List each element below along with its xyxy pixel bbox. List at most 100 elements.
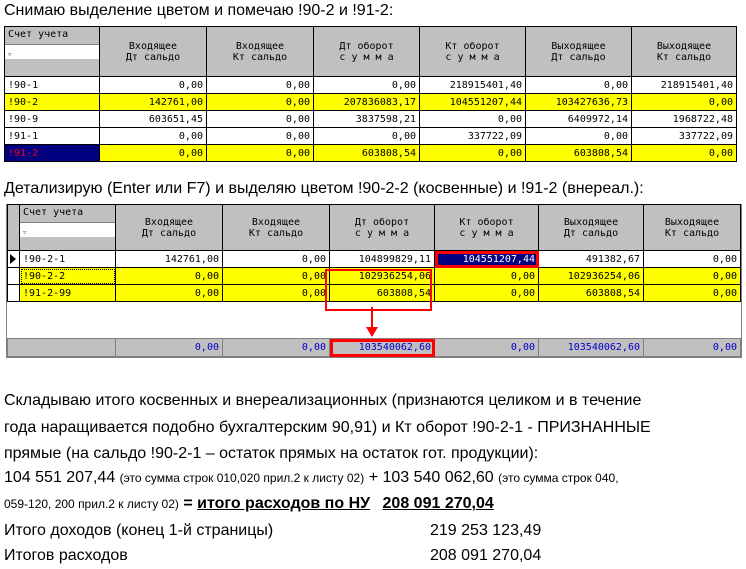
table-row[interactable]: !91-1 0,00 0,00 0,00 337722,09 0,00 337722,09 [4, 127, 737, 145]
column-header-line-2: Кт сальдо [664, 227, 720, 239]
expense-value: 208 091 270,04 [430, 547, 542, 564]
amount-cell[interactable]: 104551207,44 [419, 93, 526, 111]
account-cell[interactable]: !91-2-99 [19, 284, 116, 302]
amount-cell[interactable]: 603808,54 [525, 144, 632, 162]
column-header[interactable]: Входящее Кт сальдо [222, 204, 330, 251]
column-header-line-2: Дт сальдо [551, 51, 606, 63]
amount-cell[interactable]: 0,00 [206, 76, 314, 94]
row-indicator-header [7, 204, 20, 251]
amount-cell[interactable]: 0,00 [434, 284, 539, 302]
column-header-line-2: с у м м а [354, 227, 410, 239]
total-cell: 0,00 [643, 338, 741, 357]
column-header[interactable]: Счет учета ▿ [4, 26, 100, 77]
table-row[interactable]: !91-2 0,00 0,00 603808,54 0,00 603808,54 0,00 [4, 144, 737, 162]
amount-cell[interactable]: 0,00 [419, 110, 526, 128]
column-header-line-1: Входящее [144, 216, 194, 228]
amount-cell[interactable]: 142761,00 [115, 250, 223, 268]
note-lines-059-120: 059-120, 200 прил.2 к листу 02) [4, 497, 179, 511]
kt-turnover-value: 104 551 207,44 [4, 469, 116, 486]
amount-cell[interactable]: 103427636,73 [525, 93, 632, 111]
amount-cell[interactable]: 337722,09 [419, 127, 526, 145]
amount-cell[interactable]: 0,00 [643, 267, 741, 285]
column-header-line-2: с у м м а [339, 51, 394, 63]
amount-cell[interactable]: 0,00 [313, 76, 420, 94]
column-header[interactable]: Выходящее Дт сальдо [525, 26, 632, 77]
account-cell[interactable]: !91-2 [4, 144, 100, 162]
account-cell[interactable]: !90-1 [4, 76, 100, 94]
column-header[interactable]: Дт оборот с у м м а [313, 26, 420, 77]
account-cell[interactable]: !90-2 [4, 93, 100, 111]
filter-field[interactable]: ▿ [5, 44, 99, 60]
column-header[interactable]: Входящее Дт сальдо [99, 26, 207, 77]
amount-cell[interactable]: 0,00 [99, 127, 207, 145]
amount-cell[interactable]: 0,00 [643, 284, 741, 302]
table-row[interactable]: !90-1 0,00 0,00 0,00 218915401,40 0,00 2189154… [4, 76, 737, 94]
amount-cell[interactable]: 603808,54 [313, 144, 420, 162]
amount-cell[interactable]: 0,00 [631, 144, 737, 162]
amount-cell[interactable]: 0,00 [99, 144, 207, 162]
amount-cell[interactable]: 104899829,11 [329, 250, 435, 268]
amount-cell[interactable]: 0,00 [643, 250, 741, 268]
amount-cell[interactable]: 0,00 [631, 93, 737, 111]
amount-cell[interactable]: 0,00 [525, 127, 632, 145]
intro-line-1: Снимаю выделение цветом и помечаю !90-2 … [4, 2, 394, 19]
column-header-line-1: Выходящее [656, 40, 712, 52]
column-header[interactable]: Выходящее Кт сальдо [643, 204, 741, 251]
amount-cell[interactable]: 142761,00 [99, 93, 207, 111]
amount-cell[interactable]: 207836083,17 [313, 93, 420, 111]
amount-cell[interactable]: 0,00 [206, 144, 314, 162]
column-header[interactable]: Счет учета ▿ [19, 204, 116, 251]
column-header[interactable]: Входящее Дт сальдо [115, 204, 223, 251]
amount-cell[interactable]: 0,00 [115, 267, 223, 285]
table-row[interactable]: !90-9 603651,45 0,00 3837598,21 0,00 6409972,… [4, 110, 737, 128]
column-header[interactable]: Кт оборот с у м м а [419, 26, 526, 77]
column-header[interactable]: Кт оборот с у м м а [434, 204, 539, 251]
account-cell[interactable]: !91-1 [4, 127, 100, 145]
indirect-total-value: + 103 540 062,60 [368, 469, 494, 486]
column-header[interactable]: Выходящее Кт сальдо [631, 26, 737, 77]
amount-cell[interactable]: 1968722,48 [631, 110, 737, 128]
amount-cell[interactable]: 0,00 [434, 267, 539, 285]
amount-cell[interactable]: 102936254,06 [538, 267, 644, 285]
amount-cell[interactable]: 218915401,40 [419, 76, 526, 94]
table-row[interactable]: !90-2-1 142761,00 0,00 104899829,11 10455120… [7, 250, 741, 268]
amount-cell[interactable]: 0,00 [206, 127, 314, 145]
amount-cell[interactable]: 0,00 [115, 284, 223, 302]
row-indicator[interactable] [7, 284, 20, 302]
account-cell[interactable]: !90-2-1 [19, 250, 116, 268]
amount-cell[interactable]: 0,00 [222, 284, 330, 302]
account-cell[interactable]: !90-9 [4, 110, 100, 128]
row-indicator[interactable] [7, 250, 20, 268]
accounts-grid[interactable]: Счет учета ▿ Входящее Дт сальдо Входящее Кт с… [4, 26, 737, 162]
amount-cell[interactable]: 104551207,44 [434, 250, 539, 268]
sum-line-2: 059-120, 200 прил.2 к листу 02) = итого … [4, 495, 494, 513]
column-header[interactable]: Входящее Кт сальдо [206, 26, 314, 77]
income-value: 219 253 123,49 [430, 522, 542, 539]
amount-cell[interactable]: 491382,67 [538, 250, 644, 268]
column-header-line-1: Выходящее [563, 216, 619, 228]
amount-cell[interactable]: 0,00 [419, 144, 526, 162]
amount-cell[interactable]: 0,00 [313, 127, 420, 145]
amount-cell[interactable]: 0,00 [206, 93, 314, 111]
column-header-line-1: Кт оборот [445, 40, 500, 52]
amount-cell[interactable]: 0,00 [99, 76, 207, 94]
amount-cell[interactable]: 0,00 [206, 110, 314, 128]
amount-cell[interactable]: 603651,45 [99, 110, 207, 128]
amount-cell[interactable]: 337722,09 [631, 127, 737, 145]
amount-cell[interactable]: 0,00 [525, 76, 632, 94]
row-indicator[interactable] [7, 267, 20, 285]
amount-cell[interactable]: 6409972,14 [525, 110, 632, 128]
column-header[interactable]: Дт оборот с у м м а [329, 204, 435, 251]
amount-cell[interactable]: 0,00 [222, 250, 330, 268]
amount-cell[interactable]: 0,00 [222, 267, 330, 285]
detail-totals: 0,00 0,00 103540062,60 0,00 103540062,60 0,00 [7, 338, 741, 357]
para-line-1: Складываю итого косвенных и внереализаци… [4, 392, 642, 409]
amount-cell[interactable]: 603808,54 [538, 284, 644, 302]
amount-cell[interactable]: 3837598,21 [313, 110, 420, 128]
account-cell[interactable]: !90-2-2 [19, 267, 116, 285]
amount-cell[interactable]: 218915401,40 [631, 76, 737, 94]
table-row[interactable]: !90-2 142761,00 0,00 207836083,17 104551207,… [4, 93, 737, 111]
filter-field[interactable]: ▿ [20, 222, 115, 238]
column-header[interactable]: Выходящее Дт сальдо [538, 204, 644, 251]
total-cell: 0,00 [222, 338, 330, 357]
